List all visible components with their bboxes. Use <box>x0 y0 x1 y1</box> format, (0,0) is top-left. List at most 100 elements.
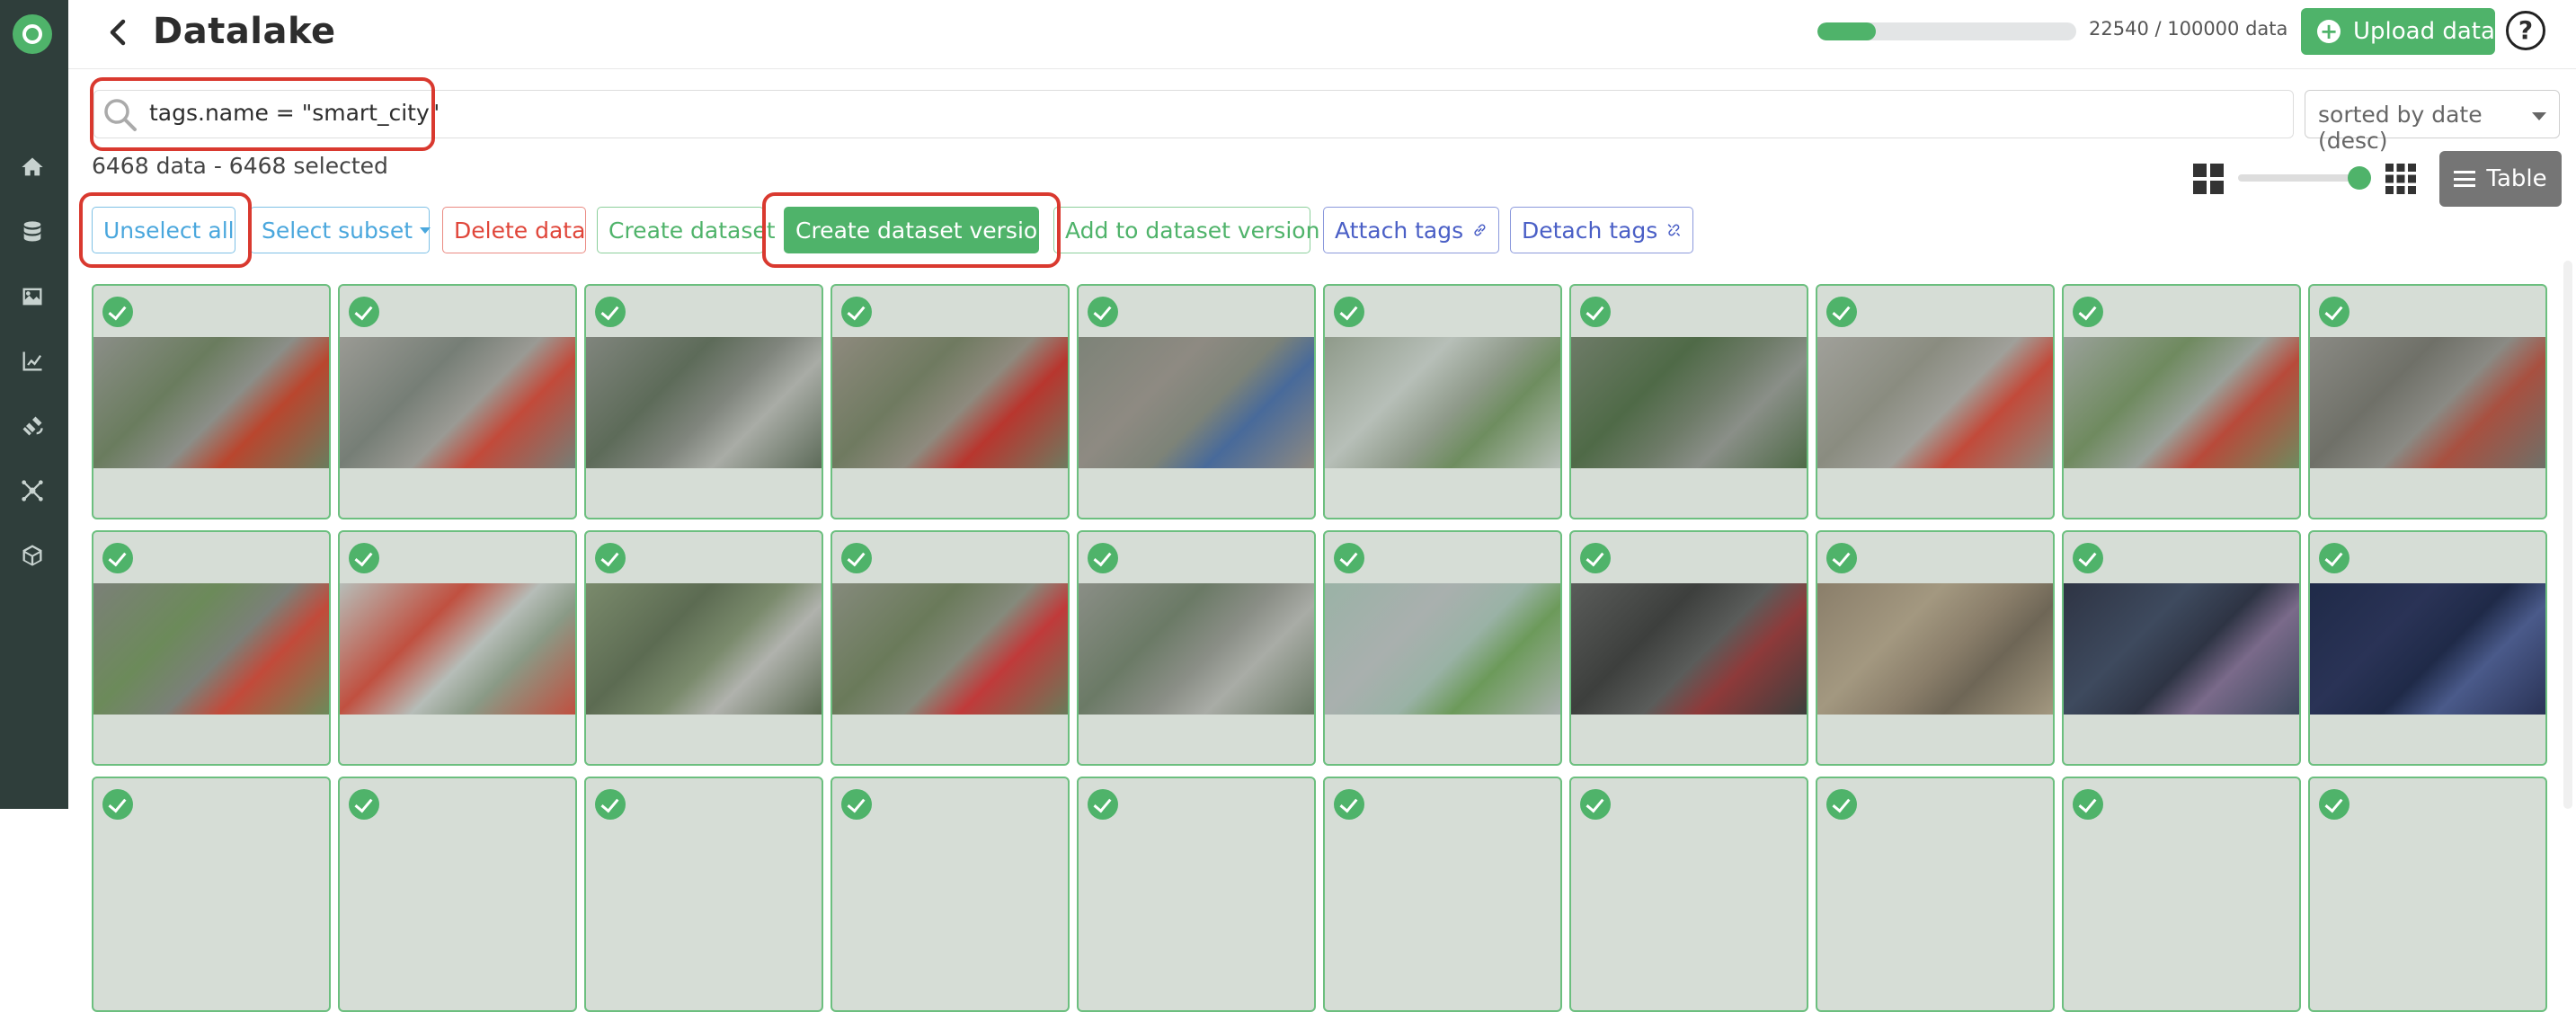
plus-icon: + <box>2317 20 2341 43</box>
check-icon[interactable] <box>2073 297 2103 327</box>
thumbnail-card[interactable] <box>2062 530 2301 766</box>
thumbnail-card[interactable] <box>831 530 1070 766</box>
image-icon[interactable] <box>16 280 49 313</box>
check-icon[interactable] <box>1334 789 1364 820</box>
thumbnail-card[interactable] <box>584 530 823 766</box>
thumbnail-card[interactable] <box>1077 530 1316 766</box>
header-divider <box>68 68 2576 69</box>
check-icon[interactable] <box>595 543 626 573</box>
database-icon[interactable] <box>16 216 49 248</box>
check-icon[interactable] <box>349 543 379 573</box>
check-icon[interactable] <box>595 789 626 820</box>
thumbnail-card[interactable] <box>1816 530 2055 766</box>
slider-handle[interactable] <box>2348 166 2371 190</box>
check-icon[interactable] <box>1088 543 1118 573</box>
check-icon[interactable] <box>349 297 379 327</box>
search-query-text[interactable]: tags.name = "smart_city" <box>149 100 440 126</box>
chart-icon[interactable] <box>16 345 49 377</box>
delete-data-button[interactable]: Delete data <box>442 207 586 253</box>
create-dataset-version-button[interactable]: Create dataset version <box>784 207 1052 253</box>
check-icon[interactable] <box>1088 789 1118 820</box>
scrollbar[interactable] <box>2563 261 2572 809</box>
detach-tags-button[interactable]: Detach tags <box>1510 207 1693 253</box>
small-grid-icon[interactable] <box>2385 164 2416 194</box>
thumbnail-card[interactable] <box>584 777 823 1012</box>
network-icon[interactable] <box>16 475 49 507</box>
cube-icon[interactable] <box>16 539 49 572</box>
thumbnail-size-slider[interactable] <box>2238 174 2362 182</box>
thumbnail-card[interactable] <box>1323 530 1562 766</box>
list-icon <box>2454 171 2476 187</box>
add-to-dataset-version-button[interactable]: Add to dataset version <box>1053 207 1319 253</box>
thumbnail-card[interactable] <box>338 530 577 766</box>
thumbnail-card[interactable] <box>2308 284 2547 519</box>
check-icon[interactable] <box>595 297 626 327</box>
table-view-label: Table <box>2486 165 2547 192</box>
unselect-all-button[interactable]: Unselect all <box>92 207 235 253</box>
thumbnail-card[interactable] <box>831 284 1070 519</box>
thumbnail-card[interactable] <box>831 777 1070 1012</box>
thumbnail-card[interactable] <box>2308 777 2547 1012</box>
thumbnail-card[interactable] <box>1816 284 2055 519</box>
thumbnail-card[interactable] <box>1569 530 1808 766</box>
thumbnail-card[interactable] <box>2062 284 2301 519</box>
check-icon[interactable] <box>2319 297 2349 327</box>
satellite-icon[interactable] <box>16 410 49 442</box>
app-logo-icon[interactable] <box>13 14 52 54</box>
thumbnail-card[interactable] <box>92 284 331 519</box>
check-icon[interactable] <box>841 543 872 573</box>
sidebar <box>0 0 68 809</box>
check-icon[interactable] <box>2073 543 2103 573</box>
check-icon[interactable] <box>2073 789 2103 820</box>
check-icon[interactable] <box>102 789 133 820</box>
thumbnail-card[interactable] <box>1323 284 1562 519</box>
check-icon[interactable] <box>349 789 379 820</box>
thumbnail-card[interactable] <box>584 284 823 519</box>
check-icon[interactable] <box>1826 543 1857 573</box>
thumbnail-card[interactable] <box>2308 530 2547 766</box>
thumbnail-card[interactable] <box>338 284 577 519</box>
check-icon[interactable] <box>102 543 133 573</box>
thumbnail-image <box>1079 337 1314 468</box>
thumbnail-card[interactable] <box>92 777 331 1012</box>
check-icon[interactable] <box>1334 543 1364 573</box>
create-dataset-button[interactable]: Create dataset <box>597 207 776 253</box>
check-icon[interactable] <box>1334 297 1364 327</box>
table-view-button[interactable]: Table <box>2439 151 2562 207</box>
check-icon[interactable] <box>1580 789 1611 820</box>
upload-data-button[interactable]: + Upload data <box>2301 8 2495 55</box>
check-icon[interactable] <box>2319 543 2349 573</box>
usage-text: 22540 / 100000 data <box>2089 18 2288 40</box>
sort-select[interactable]: sorted by date (desc) <box>2305 90 2560 154</box>
check-icon[interactable] <box>1088 297 1118 327</box>
attach-tags-button[interactable]: Attach tags <box>1323 207 1499 253</box>
thumbnail-card[interactable] <box>1816 777 2055 1012</box>
thumbnail-image <box>1571 583 1807 715</box>
home-icon[interactable] <box>16 151 49 183</box>
create-dataset-label: Create dataset <box>608 217 776 244</box>
thumbnail-card[interactable] <box>1323 777 1562 1012</box>
check-icon[interactable] <box>841 297 872 327</box>
thumbnail-card[interactable] <box>92 530 331 766</box>
thumbnail-image <box>1079 583 1314 715</box>
select-subset-button[interactable]: Select subset <box>250 207 431 253</box>
thumbnail-card[interactable] <box>2062 777 2301 1012</box>
check-icon[interactable] <box>1826 297 1857 327</box>
check-icon[interactable] <box>841 789 872 820</box>
thumbnail-card[interactable] <box>1569 284 1808 519</box>
back-arrow-icon[interactable] <box>101 14 137 50</box>
large-grid-icon[interactable] <box>2193 164 2224 194</box>
check-icon[interactable] <box>1580 543 1611 573</box>
check-icon[interactable] <box>2319 789 2349 820</box>
link-icon <box>1474 224 1486 236</box>
check-icon[interactable] <box>102 297 133 327</box>
attach-tags-label: Attach tags <box>1335 217 1464 244</box>
check-icon[interactable] <box>1826 789 1857 820</box>
usage-progress-bar <box>1817 22 2076 40</box>
help-icon[interactable]: ? <box>2506 11 2545 50</box>
thumbnail-card[interactable] <box>1077 777 1316 1012</box>
thumbnail-card[interactable] <box>338 777 577 1012</box>
thumbnail-card[interactable] <box>1077 284 1316 519</box>
check-icon[interactable] <box>1580 297 1611 327</box>
thumbnail-card[interactable] <box>1569 777 1808 1012</box>
